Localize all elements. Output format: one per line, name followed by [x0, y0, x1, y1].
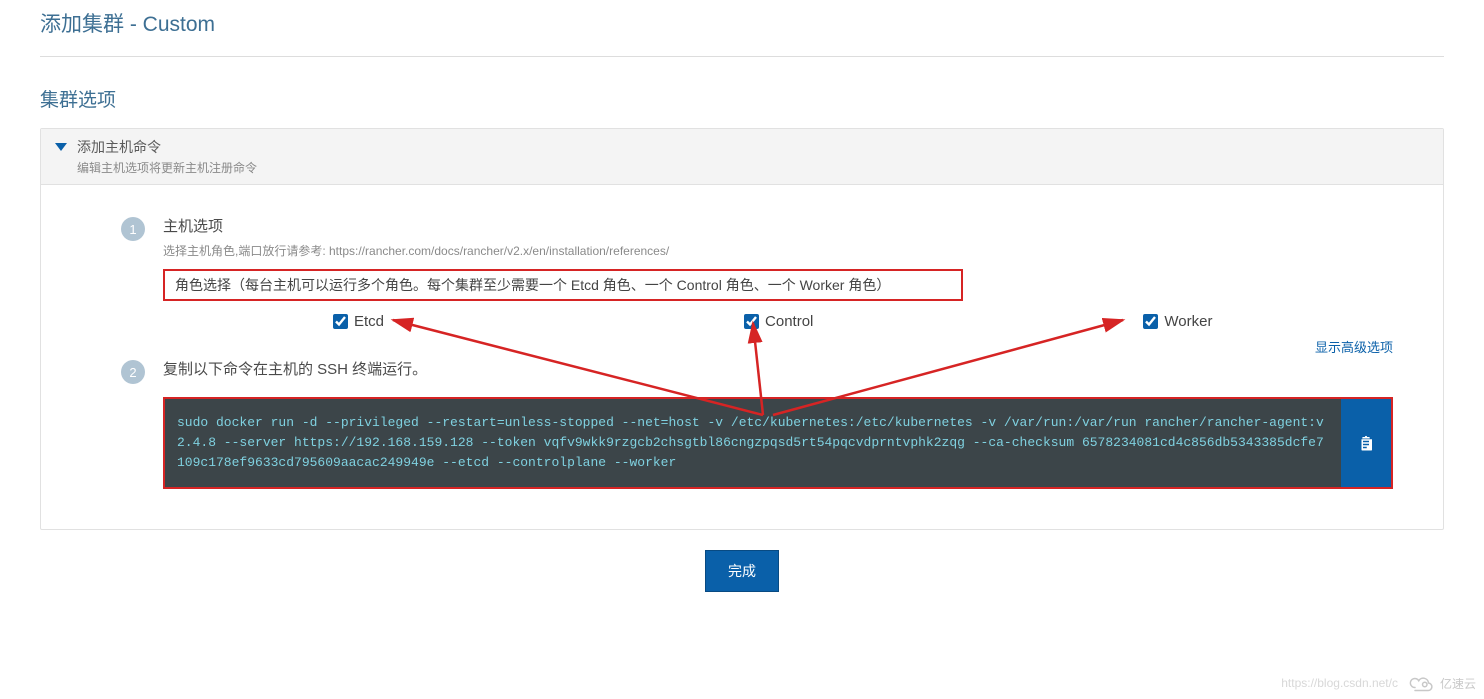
clipboard-icon — [1357, 433, 1375, 453]
role-etcd-label: Etcd — [354, 313, 384, 330]
command-text[interactable]: sudo docker run -d --privileged --restar… — [165, 399, 1341, 487]
show-advanced-link[interactable]: 显示高级选项 — [1315, 337, 1393, 356]
step1-title: 主机选项 — [163, 215, 1393, 236]
role-etcd-checkbox[interactable] — [333, 314, 348, 329]
watermark-brand: 亿速云 — [1406, 673, 1476, 693]
role-etcd[interactable]: Etcd — [333, 313, 384, 330]
command-block: sudo docker run -d --privileged --restar… — [163, 397, 1393, 489]
title-divider — [40, 56, 1444, 57]
step-2: 2 复制以下命令在主机的 SSH 终端运行。 sudo docker run -… — [61, 358, 1423, 489]
role-control-label: Control — [765, 313, 813, 330]
role-worker[interactable]: Worker — [1143, 313, 1212, 330]
role-worker-checkbox[interactable] — [1143, 314, 1158, 329]
role-control[interactable]: Control — [744, 313, 813, 330]
role-description-box: 角色选择（每台主机可以运行多个角色。每个集群至少需要一个 Etcd 角色、一个 … — [163, 269, 963, 301]
copy-button[interactable] — [1341, 399, 1391, 487]
watermark: https://blog.csdn.net/c 亿速云 — [1281, 673, 1476, 693]
role-worker-label: Worker — [1164, 313, 1212, 330]
done-button[interactable]: 完成 — [705, 550, 779, 592]
host-command-panel: 添加主机命令 编辑主机选项将更新主机注册命令 1 主机选项 选择主机角色,端口放… — [40, 128, 1444, 530]
panel-title: 添加主机命令 — [77, 137, 257, 157]
roles-row: Etcd Control Worker 显示高级选项 — [163, 313, 1393, 330]
panel-body: 1 主机选项 选择主机角色,端口放行请参考: https://rancher.c… — [41, 185, 1443, 529]
panel-header[interactable]: 添加主机命令 编辑主机选项将更新主机注册命令 — [41, 129, 1443, 185]
disclosure-triangle-icon[interactable] — [55, 143, 67, 151]
step-badge-1: 1 — [121, 217, 145, 241]
panel-subtitle: 编辑主机选项将更新主机注册命令 — [77, 159, 257, 176]
role-control-checkbox[interactable] — [744, 314, 759, 329]
step-1: 1 主机选项 选择主机角色,端口放行请参考: https://rancher.c… — [61, 215, 1423, 330]
watermark-csdn: https://blog.csdn.net/c — [1281, 676, 1398, 690]
page-title: 添加集群 - Custom — [40, 8, 1444, 38]
step2-title: 复制以下命令在主机的 SSH 终端运行。 — [163, 358, 1393, 379]
cloud-icon — [1406, 673, 1436, 693]
step1-hint: 选择主机角色,端口放行请参考: https://rancher.com/docs… — [163, 242, 1393, 259]
step-badge-2: 2 — [121, 360, 145, 384]
section-title: 集群选项 — [40, 85, 1444, 112]
